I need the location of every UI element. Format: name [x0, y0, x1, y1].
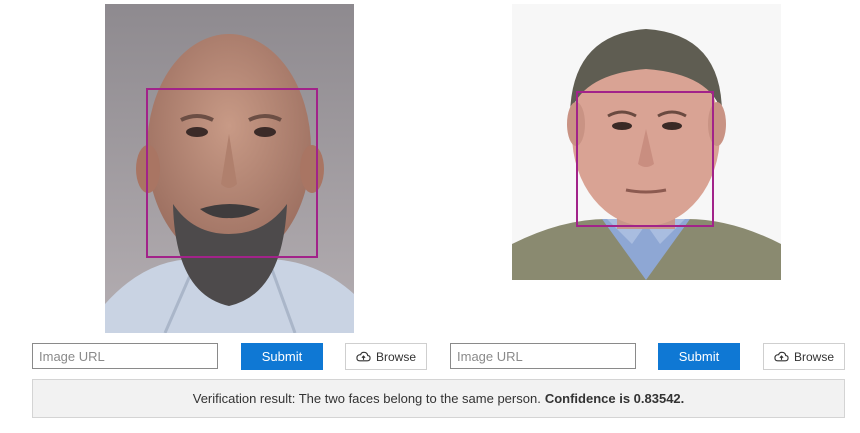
browse-button-left[interactable]: Browse — [345, 343, 427, 370]
face-photo-left — [105, 4, 354, 333]
cloud-upload-icon — [356, 351, 371, 361]
browse-button-right[interactable]: Browse — [763, 343, 845, 370]
cloud-upload-icon — [774, 351, 789, 361]
verification-result-text: Verification result: The two faces belon… — [192, 391, 541, 406]
verification-result-panel: Verification result: The two faces belon… — [32, 379, 845, 418]
image-url-input-right[interactable] — [450, 343, 636, 369]
confidence-text: Confidence is 0.83542. — [544, 391, 685, 406]
browse-label-right: Browse — [793, 349, 834, 364]
submit-button-left[interactable]: Submit — [241, 343, 323, 370]
submit-button-right[interactable]: Submit — [658, 343, 740, 370]
face-detection-box-left — [146, 88, 318, 258]
browse-label-left: Browse — [375, 349, 416, 364]
face-photo-right — [512, 4, 781, 280]
image-url-input-left[interactable] — [32, 343, 218, 369]
face-detection-box-right — [576, 91, 714, 227]
